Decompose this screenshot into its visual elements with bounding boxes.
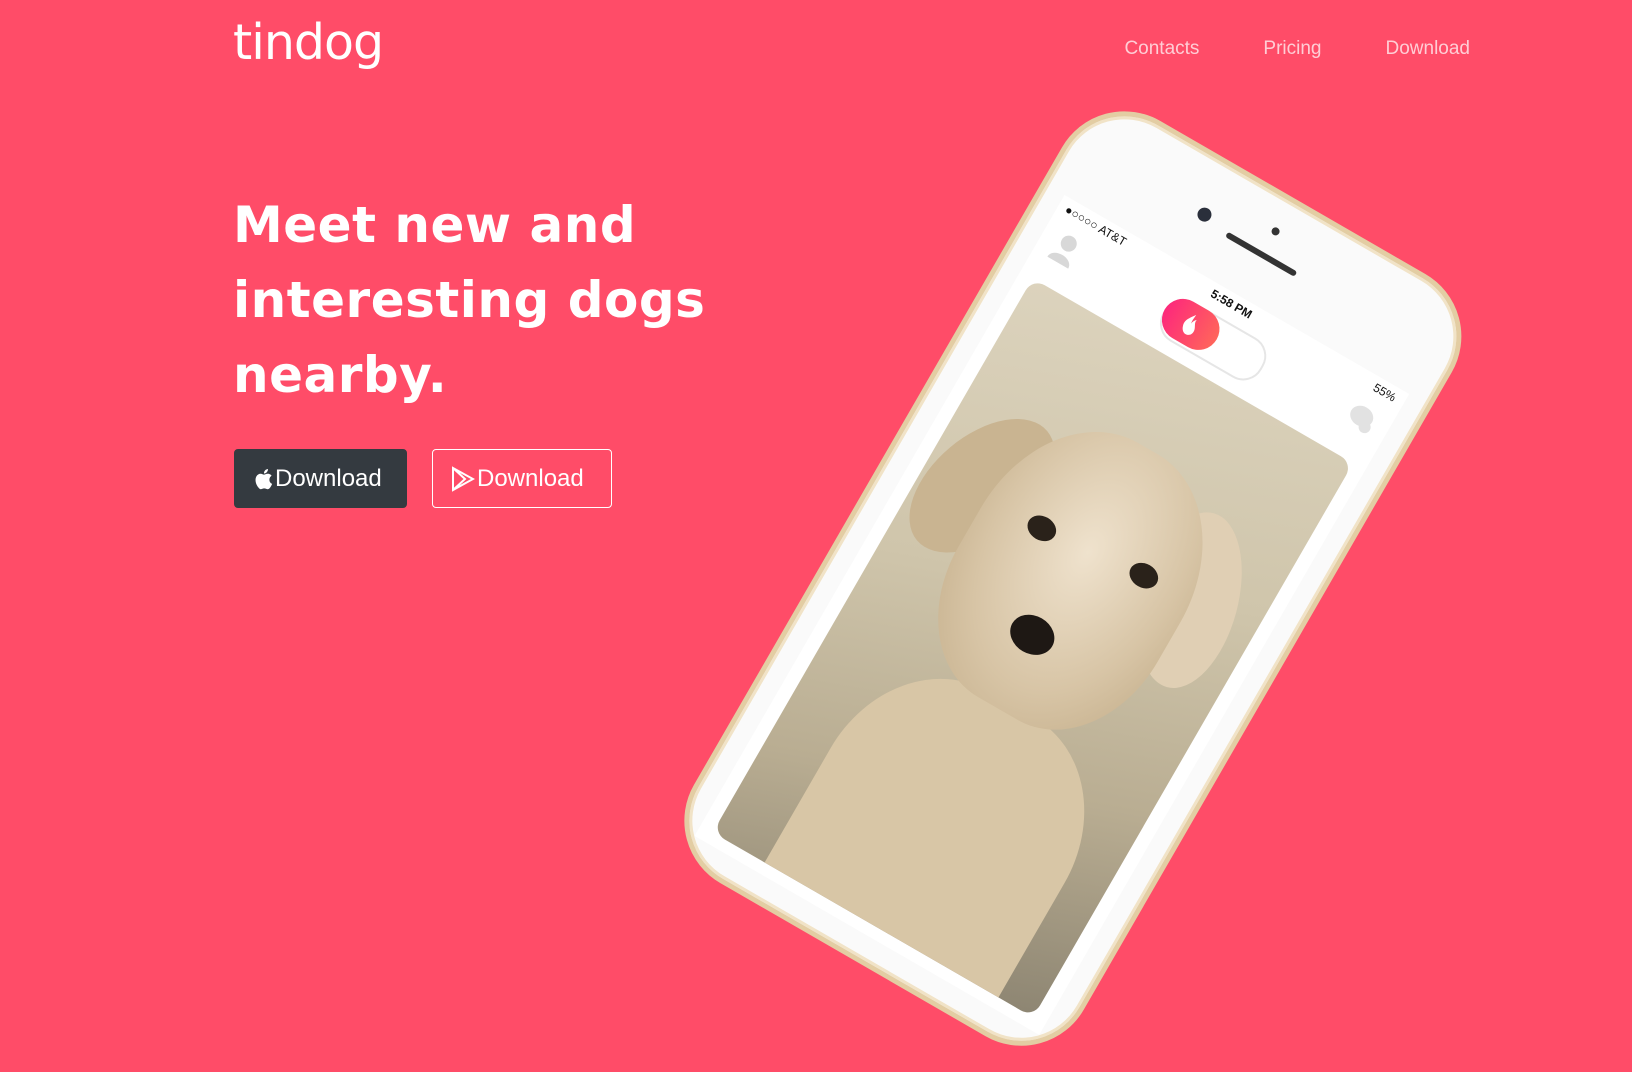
nav-pricing[interactable]: Pricing: [1263, 38, 1321, 60]
apple-download-label: Download: [275, 464, 382, 492]
phone-mockup: ●○○○○ AT&T 5:58 PM 55%: [658, 85, 1488, 1072]
google-play-icon: [451, 465, 475, 492]
headline-line-1: Meet new and: [233, 196, 637, 254]
nav-download[interactable]: Download: [1386, 38, 1471, 60]
hero-headline: Meet new and interesting dogs nearby.: [233, 188, 705, 413]
apple-download-button[interactable]: Download: [234, 449, 407, 508]
brand-logo[interactable]: tindog: [233, 18, 384, 67]
chat-icon: [1350, 405, 1374, 434]
profile-icon: [1047, 235, 1077, 269]
apple-icon: [253, 467, 273, 491]
top-nav: Contacts Pricing Download: [1124, 38, 1470, 60]
google-download-label: Download: [477, 464, 584, 492]
nav-contacts[interactable]: Contacts: [1124, 38, 1199, 60]
google-play-download-button[interactable]: Download: [432, 449, 612, 508]
headline-line-2: interesting dogs: [233, 271, 706, 329]
headline-line-3: nearby.: [233, 346, 448, 404]
